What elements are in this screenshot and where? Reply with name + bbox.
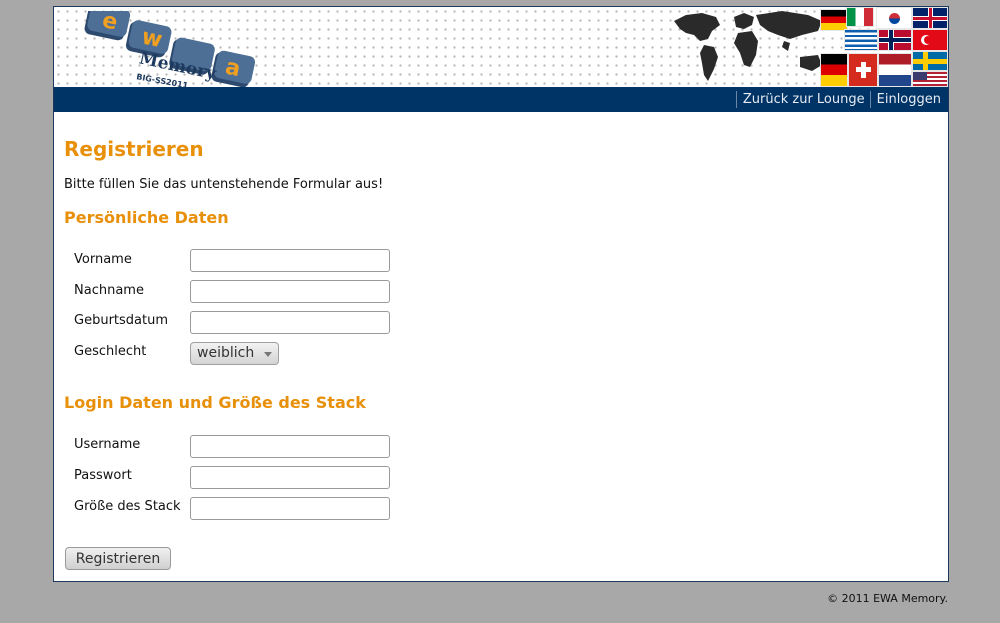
stack-size-input[interactable] <box>190 497 390 520</box>
gender-select[interactable]: weiblich <box>190 342 279 365</box>
username-input[interactable] <box>190 435 390 458</box>
germany-flag-2 <box>820 53 848 87</box>
password-label: Passwort <box>74 468 132 483</box>
greece-flag[interactable] <box>844 29 878 51</box>
gender-label: Geschlecht <box>74 344 147 359</box>
turkey-flag[interactable] <box>912 29 948 51</box>
italy-flag[interactable] <box>846 7 874 27</box>
uk-flag[interactable] <box>912 7 948 29</box>
switzerland-flag[interactable] <box>848 53 878 87</box>
south-korea-flag[interactable] <box>876 7 912 29</box>
password-input[interactable] <box>190 466 390 489</box>
register-button[interactable]: Registrieren <box>65 547 171 570</box>
chevron-down-icon <box>264 352 272 357</box>
page-title: Registrieren <box>64 137 204 161</box>
top-navigation-bar: Zurück zur Lounge Einloggen <box>54 87 948 112</box>
world-map-image <box>674 11 822 81</box>
nav-links: Zurück zur Lounge Einloggen <box>731 91 941 108</box>
last-name-label: Nachname <box>74 283 144 298</box>
personal-data-heading: Persönliche Daten <box>64 208 229 227</box>
username-label: Username <box>74 437 141 452</box>
login-data-heading: Login Daten und Größe des Stack <box>64 393 366 412</box>
birthdate-label: Geburtsdatum <box>74 313 168 328</box>
ewa-memory-logo: e w a Memory BIG-SS2011 <box>84 11 256 87</box>
netherlands-flag[interactable] <box>878 53 912 87</box>
header-banner: e w a Memory BIG-SS2011 <box>54 7 948 87</box>
language-flags <box>818 7 948 87</box>
last-name-input[interactable] <box>190 280 390 303</box>
usa-flag[interactable] <box>912 71 948 87</box>
birthdate-input[interactable] <box>190 311 390 334</box>
sweden-flag[interactable] <box>912 51 948 71</box>
back-to-lounge-link[interactable]: Zurück zur Lounge <box>735 91 865 108</box>
norway-flag[interactable] <box>878 29 912 51</box>
page-container: e w a Memory BIG-SS2011 Zurück zur Loung… <box>53 6 949 582</box>
login-link[interactable]: Einloggen <box>869 91 941 108</box>
germany-flag[interactable] <box>820 9 848 31</box>
stack-size-label: Größe des Stack <box>74 499 181 514</box>
first-name-label: Vorname <box>74 252 132 267</box>
gender-selected-value: weiblich <box>197 345 255 361</box>
first-name-input[interactable] <box>190 249 390 272</box>
form-intro-text: Bitte füllen Sie das untenstehende Formu… <box>64 177 384 192</box>
footer-copyright: © 2011 EWA Memory. <box>827 592 948 605</box>
